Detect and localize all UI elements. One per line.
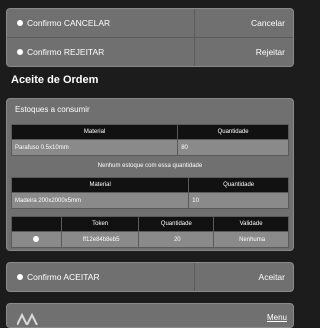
table-header: Material bbox=[10, 124, 179, 140]
table-cell: 80 bbox=[177, 139, 289, 156]
page-title: Aceite de Ordem bbox=[11, 74, 99, 86]
table-header: Token bbox=[60, 216, 140, 232]
stock-panel: Estoques a consumir Material Quantidade … bbox=[6, 98, 294, 251]
table-cell: Madeira 200x2000x5mm bbox=[10, 192, 190, 209]
table-cell: 20 bbox=[138, 231, 215, 248]
footer-bar: Menu bbox=[6, 303, 294, 328]
menu-link[interactable]: Menu bbox=[267, 313, 287, 322]
table-header: Validade bbox=[213, 216, 289, 232]
table-cell: 10 bbox=[188, 192, 289, 209]
table-header: Quantidade bbox=[138, 216, 215, 232]
table-header bbox=[11, 216, 62, 232]
radio-icon[interactable] bbox=[17, 274, 23, 280]
radio-icon[interactable] bbox=[17, 20, 23, 26]
table-row: Madeira 200x2000x5mm 10 bbox=[10, 192, 289, 209]
table-cell: ff12e84b8eb5 bbox=[60, 231, 140, 248]
accept-button[interactable]: Aceitar bbox=[195, 272, 293, 282]
confirm-reject-option[interactable]: Confirmo REJEITAR bbox=[7, 38, 195, 66]
stock-table-2: Material Quantidade Madeira 200x2000x5mm… bbox=[10, 177, 289, 209]
table-header: Quantidade bbox=[188, 177, 289, 193]
accept-row: Confirmo ACEITAR Aceitar bbox=[7, 263, 293, 291]
no-stock-warning: Nenhum estoque com essa quantidade bbox=[97, 163, 203, 169]
table-row: Parafuso 0.5x10mm 80 bbox=[10, 139, 289, 156]
table-cell: Parafuso 0.5x10mm bbox=[10, 139, 179, 156]
table-cell: Nenhuma bbox=[213, 231, 289, 248]
confirm-panel: Confirmo CANCELAR Cancelar Confirmo REJE… bbox=[6, 8, 294, 67]
table-header: Quantidade bbox=[177, 124, 289, 140]
confirm-cancel-option[interactable]: Confirmo CANCELAR bbox=[7, 9, 195, 37]
accept-panel: Confirmo ACEITAR Aceitar bbox=[6, 262, 294, 292]
confirm-accept-option[interactable]: Confirmo ACEITAR bbox=[7, 263, 195, 291]
stock-section-title: Estoques a consumir bbox=[15, 105, 90, 114]
confirm-cancel-label: Confirmo CANCELAR bbox=[27, 18, 111, 28]
table-header: Material bbox=[10, 177, 190, 193]
cancel-row: Confirmo CANCELAR Cancelar bbox=[7, 9, 293, 38]
table-row[interactable]: ff12e84b8eb5 20 Nenhuma bbox=[11, 231, 289, 248]
reject-button[interactable]: Rejeitar bbox=[195, 47, 293, 57]
confirm-reject-label: Confirmo REJEITAR bbox=[27, 47, 105, 57]
radio-icon[interactable] bbox=[33, 235, 40, 242]
token-select-cell[interactable] bbox=[11, 231, 62, 248]
stock-table-1: Material Quantidade Parafuso 0.5x10mm 80 bbox=[10, 124, 289, 156]
confirm-accept-label: Confirmo ACEITAR bbox=[27, 272, 100, 282]
cancel-button[interactable]: Cancelar bbox=[195, 18, 293, 28]
token-table: Token Quantidade Validade ff12e84b8eb5 2… bbox=[11, 216, 289, 248]
radio-icon[interactable] bbox=[17, 49, 23, 55]
reject-row: Confirmo REJEITAR Rejeitar bbox=[7, 38, 293, 66]
logo-icon bbox=[17, 313, 38, 325]
